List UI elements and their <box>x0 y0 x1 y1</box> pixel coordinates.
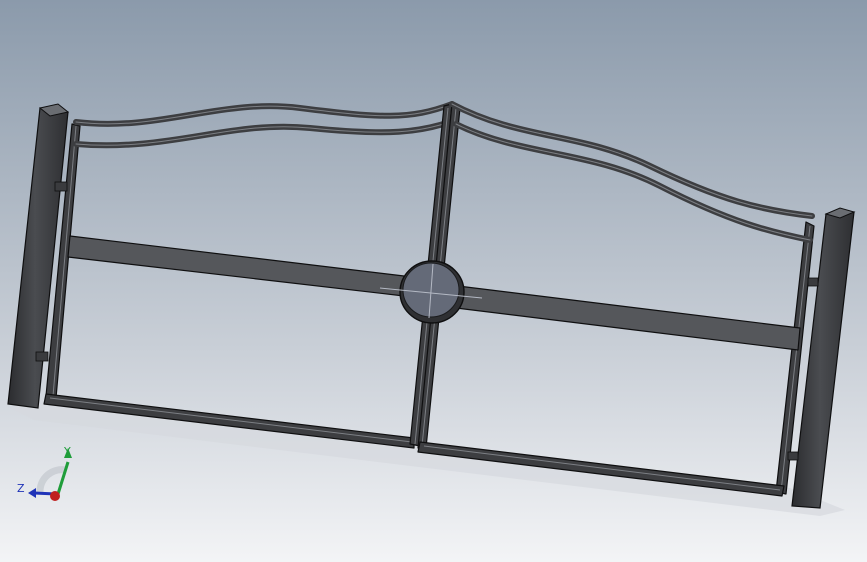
y-axis-label: Y <box>63 445 71 458</box>
x-axis-dot <box>50 491 60 501</box>
left-lower-hinge <box>35 351 49 362</box>
graphics-viewport[interactable]: Y Z <box>0 0 867 562</box>
right-upper-latch <box>807 277 819 287</box>
right-lower-latch <box>787 451 799 461</box>
left-upper-hinge <box>54 181 68 192</box>
z-axis-label: Z <box>17 482 25 495</box>
gate-3d-view[interactable]: Y Z <box>0 0 867 562</box>
